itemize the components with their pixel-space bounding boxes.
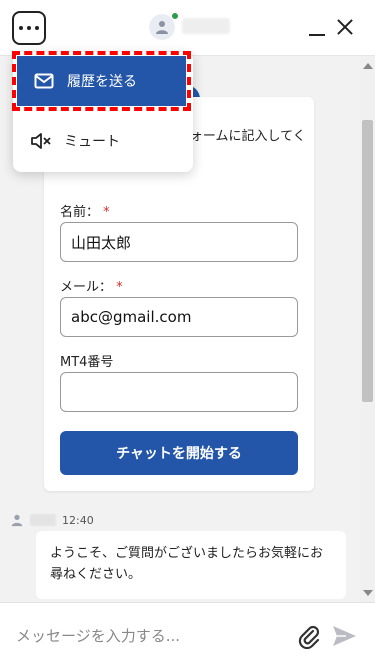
message-meta: 12:40 <box>10 512 94 528</box>
message-time: 12:40 <box>62 513 94 527</box>
scroll-up-arrow[interactable] <box>363 63 373 69</box>
agent-name-redacted <box>182 18 230 34</box>
chat-header <box>0 0 375 56</box>
email-field[interactable]: abc@gmail.com <box>60 297 298 337</box>
email-label-text: メール： <box>60 280 113 295</box>
more-dot <box>35 26 39 30</box>
name-field[interactable]: 山田太郎 <box>60 222 298 262</box>
person-icon <box>11 514 23 527</box>
speaker-mute-icon <box>30 130 52 152</box>
sender-name-redacted <box>30 514 56 526</box>
message-input[interactable]: メッセージを入力する... <box>16 625 276 647</box>
mt4-number-field[interactable] <box>60 372 298 412</box>
message-composer: メッセージを入力する... <box>0 602 375 667</box>
mail-icon <box>33 70 55 92</box>
start-chat-button[interactable]: チャットを開始する <box>60 431 298 475</box>
more-dot <box>27 26 31 30</box>
minimize-button[interactable] <box>306 20 328 42</box>
close-button[interactable] <box>334 16 356 38</box>
email-label: メール： * <box>60 276 123 295</box>
name-label: 名前： * <box>60 201 110 220</box>
more-horizontal-icon <box>19 26 23 30</box>
agent-message-bubble: ようこそ、ご質問がございましたらお気軽にお尋ねください。 <box>36 531 346 599</box>
send-icon[interactable] <box>330 623 358 649</box>
online-status-dot <box>171 12 179 20</box>
more-menu-button[interactable] <box>12 11 46 45</box>
menu-item-send-history-label: 履歴を送る <box>67 74 137 90</box>
menu-item-mute[interactable]: ミュート <box>14 118 192 164</box>
mt4-label: MT4番号 <box>60 355 114 370</box>
scroll-down-arrow[interactable] <box>363 590 373 596</box>
email-required-mark: * <box>116 280 123 295</box>
email-field-value: abc@gmail.com <box>71 308 192 326</box>
name-field-value: 山田太郎 <box>71 233 132 252</box>
name-label-text: 名前： <box>60 205 100 220</box>
scrollbar-thumb[interactable] <box>362 120 373 402</box>
menu-item-send-history[interactable]: 履歴を送る <box>17 56 186 106</box>
menu-item-mute-label: ミュート <box>64 134 120 150</box>
name-required-mark: * <box>103 205 110 220</box>
person-icon <box>156 21 168 34</box>
paperclip-icon[interactable] <box>296 623 322 649</box>
